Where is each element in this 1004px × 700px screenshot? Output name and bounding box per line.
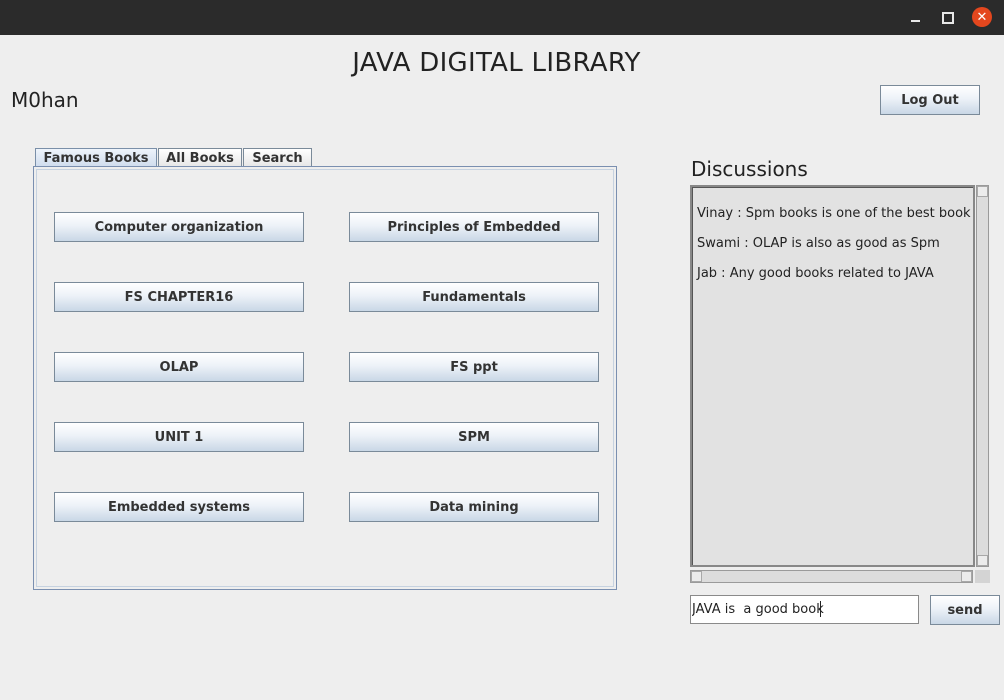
vertical-scrollbar[interactable] — [976, 185, 989, 567]
book-button-embedded-systems[interactable]: Embedded systems — [54, 492, 304, 522]
close-icon[interactable]: ✕ — [967, 0, 997, 35]
minimize-icon[interactable] — [900, 0, 930, 35]
book-button-computer-organization[interactable]: Computer organization — [54, 212, 304, 242]
scroll-corner — [975, 570, 990, 583]
scroll-right-arrow-icon[interactable] — [961, 571, 972, 582]
discussion-area[interactable]: Vinay : Spm books is one of the best boo… — [690, 185, 975, 567]
book-button-principles-of-embedded[interactable]: Principles of Embedded — [349, 212, 599, 242]
tab-famous-books[interactable]: Famous Books — [35, 148, 157, 167]
tab-search[interactable]: Search — [243, 148, 312, 167]
logout-button[interactable]: Log Out — [880, 85, 980, 115]
scroll-down-arrow-icon[interactable] — [977, 555, 988, 566]
app-title: JAVA DIGITAL LIBRARY — [352, 48, 641, 78]
book-button-olap[interactable]: OLAP — [54, 352, 304, 382]
message-input[interactable] — [690, 595, 919, 624]
discussion-message: Swami : OLAP is also as good as Spm — [697, 236, 940, 251]
book-button-fs-ppt[interactable]: FS ppt — [349, 352, 599, 382]
book-button-fundamentals[interactable]: Fundamentals — [349, 282, 599, 312]
book-button-unit-1[interactable]: UNIT 1 — [54, 422, 304, 452]
send-button[interactable]: send — [930, 595, 1000, 625]
scroll-up-arrow-icon[interactable] — [977, 186, 988, 197]
horizontal-scrollbar[interactable] — [690, 570, 973, 583]
book-button-fs-chapter16[interactable]: FS CHAPTER16 — [54, 282, 304, 312]
maximize-icon[interactable] — [933, 0, 963, 35]
text-caret — [820, 601, 821, 617]
book-button-data-mining[interactable]: Data mining — [349, 492, 599, 522]
tab-all-books[interactable]: All Books — [158, 148, 242, 167]
discussions-title: Discussions — [691, 157, 808, 181]
user-name: M0han — [11, 88, 79, 112]
scroll-left-arrow-icon[interactable] — [691, 571, 702, 582]
book-button-spm[interactable]: SPM — [349, 422, 599, 452]
discussion-message: Jab : Any good books related to JAVA — [697, 266, 934, 281]
window-titlebar: ✕ — [0, 0, 1004, 35]
discussion-message: Vinay : Spm books is one of the best boo… — [697, 206, 971, 221]
